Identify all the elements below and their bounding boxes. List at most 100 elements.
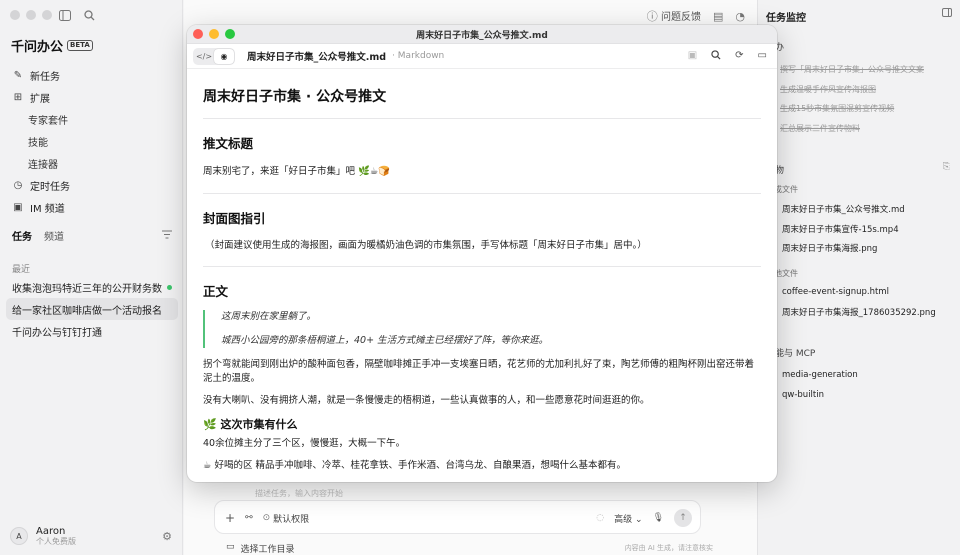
user-profile[interactable]: A Aaron 个人免费版 ⚙ xyxy=(10,523,172,549)
file-item[interactable]: 周末好日子市集海报_1786035292.png xyxy=(782,306,936,318)
skill-item[interactable]: qw-builtin xyxy=(782,390,824,400)
main-toolbar: ⓘ 问题反馈 ▤ ◔ xyxy=(647,8,745,24)
scheduled-tasks-button[interactable]: ◷ 定时任务 xyxy=(6,174,178,196)
left-sidebar: 千问办公 BETA ✎ 新任务 ⊞ 扩展 专家套件 技能 连接器 ◷ 定时任务 … xyxy=(0,0,183,555)
file-item[interactable]: coffee-event-signup.html xyxy=(782,287,889,297)
blockquote: 这周末别在家里躺了。 城西小公园旁的那条梧桐道上，40+ 生活方式摊主已经摆好了… xyxy=(203,310,761,348)
send-button[interactable]: ↑ xyxy=(674,509,692,527)
file-item[interactable]: 周末好日子市集_公众号推文.md xyxy=(782,203,905,215)
sidebar-tabs: 任务 频道 xyxy=(12,228,172,243)
section-heading: 封面图指引 xyxy=(203,211,266,226)
composer-placeholder: 描述任务，输入内容开始 xyxy=(255,489,343,498)
task-title: 收集泡泡玛特近三年的公开财务数据 xyxy=(12,283,162,295)
user-name: Aaron xyxy=(36,525,66,537)
skill-item[interactable]: media-generation xyxy=(782,370,858,380)
paragraph: 没有大喇叭、没有拥挤人潮，就是一条慢慢走的梧桐道，一些认真做事的人，和一些愿意花… xyxy=(203,395,650,406)
feedback-button[interactable]: ⓘ 问题反馈 xyxy=(647,8,701,24)
paragraph: （封面建议使用生成的海报图，画面为暖橘奶油色调的市集氛围，手写体标题「周末好日子… xyxy=(203,239,761,267)
preview-toolbar: </> ◉ 周末好日子市集_公众号推文.md · Markdown ▣ ⟳ ▭ xyxy=(187,44,777,69)
task-list: 收集泡泡玛特近三年的公开财务数据 给一家社区咖啡店做一个活动报名页, 千问办公与… xyxy=(6,276,178,342)
mode-label: 高级 xyxy=(614,514,633,525)
refresh-icon[interactable]: ⟳ xyxy=(735,50,743,63)
window-titlebar[interactable]: 周末好日子市集_公众号推文.md xyxy=(187,25,777,44)
search-icon[interactable] xyxy=(82,8,96,22)
nav-connectors[interactable]: 连接器 xyxy=(6,152,178,174)
feedback-label: 问题反馈 xyxy=(660,12,701,23)
sidebar-toggle-icon[interactable] xyxy=(58,8,72,22)
recent-section-label: 最近 xyxy=(12,265,31,275)
new-task-button[interactable]: ✎ 新任务 xyxy=(6,64,178,86)
window-title: 周末好日子市集_公众号推文.md xyxy=(416,31,548,41)
terminal-icon[interactable]: ▤ xyxy=(713,10,723,23)
todo-item-done: 生成温暖手作风宣传海报图 xyxy=(780,85,876,94)
nav-label: 定时任务 xyxy=(30,181,70,193)
section-heading: 正文 xyxy=(203,284,229,299)
nav-label: IM 频道 xyxy=(30,203,65,215)
tab-channels[interactable]: 频道 xyxy=(44,228,64,243)
user-plan: 个人免费版 xyxy=(36,536,76,546)
brand: 千问办公 BETA xyxy=(11,36,93,55)
sidebar-nav: ✎ 新任务 ⊞ 扩展 专家套件 技能 连接器 ◷ 定时任务 ▣ IM 频道 xyxy=(6,64,178,218)
beta-badge: BETA xyxy=(67,40,93,51)
save-icon[interactable]: ▣ xyxy=(688,50,697,63)
nav-label: 新任务 xyxy=(30,71,60,83)
code-view-icon[interactable]: </> xyxy=(194,49,214,64)
ai-disclaimer: 内容由 AI 生成，请注意核实 xyxy=(624,544,713,552)
tab-tasks[interactable]: 任务 xyxy=(12,228,32,243)
open-folder-icon[interactable]: ⎘ xyxy=(943,162,950,172)
file-item[interactable]: 周末好日子市集海报.png xyxy=(782,242,877,254)
task-item[interactable]: 收集泡泡玛特近三年的公开财务数据 xyxy=(6,276,178,298)
view-mode-toggle[interactable]: </> ◉ xyxy=(193,47,235,65)
quote-line: 这周末别在家里躺了。 xyxy=(221,311,317,322)
extensions-button[interactable]: ⊞ 扩展 xyxy=(6,86,178,108)
im-channel-button[interactable]: ▣ IM 频道 xyxy=(6,196,178,218)
nav-skills[interactable]: 技能 xyxy=(6,130,178,152)
close-window-button[interactable] xyxy=(10,10,20,20)
file-type: · Markdown xyxy=(392,51,445,61)
filter-icon[interactable] xyxy=(162,230,172,242)
history-icon[interactable]: ◔ xyxy=(735,10,745,23)
add-icon[interactable]: + xyxy=(225,511,235,525)
panel-title: 任务监控 xyxy=(766,13,806,24)
folder-icon[interactable]: ▭ xyxy=(758,50,767,63)
search-icon[interactable] xyxy=(711,50,721,63)
task-title: 千问办公与钉钉打通 xyxy=(12,327,102,339)
folder-icon: ▭ xyxy=(226,542,235,552)
minimize-window-button[interactable] xyxy=(26,10,36,20)
loading-spinner-icon: ◌ xyxy=(596,513,605,523)
paragraph: 周末别宅了，来逛「好日子市集」吧 🌿☕🍞 xyxy=(203,165,761,194)
preview-eye-icon[interactable]: ◉ xyxy=(214,48,234,64)
panel-collapse-icon[interactable] xyxy=(942,8,952,20)
permission-selector[interactable]: ⊙ 默认权限 xyxy=(263,512,310,525)
workdir-selector[interactable]: ▭ 选择工作目录 xyxy=(226,542,295,555)
task-item[interactable]: 千问办公与钉钉打通 xyxy=(6,320,178,342)
im-icon: ▣ xyxy=(13,201,23,213)
nav-label: 扩展 xyxy=(30,93,50,105)
avatar: A xyxy=(10,527,28,545)
composer[interactable]: 描述任务，输入内容开始 + ⚯ ⊙ 默认权限 ◌ 高级 ⌄ 🎙 ↑ xyxy=(214,489,701,534)
edit-icon: ✎ xyxy=(13,69,23,81)
clock-icon: ◷ xyxy=(13,179,23,191)
subsection-heading: 🌿 这次市集有什么 xyxy=(203,418,298,431)
paragraph: 拐个弯就能闻到刚出炉的酸种面包香，隔壁咖啡摊正手冲一支埃塞日晒，花艺师的尤加利扎… xyxy=(203,359,755,384)
nav-expert-suite[interactable]: 专家套件 xyxy=(6,108,178,130)
extension-icon: ⊞ xyxy=(13,91,23,103)
paragraph: ☕ 好喝的区 精品手冲咖啡、冷萃、桂花拿铁、手作米酒、台湾乌龙、自酿果酒，想喝什… xyxy=(203,460,627,471)
mode-selector[interactable]: 高级 ⌄ xyxy=(614,512,642,525)
microphone-icon[interactable]: 🎙 xyxy=(653,513,664,523)
task-monitor-panel: 任务监控 待办 撰写「周末好日子市集」公众号推文文案 生成温暖手作风宣传海报图 … xyxy=(757,0,960,555)
markdown-document: 周末好日子市集 · 公众号推文 推文标题 周末别宅了，来逛「好日子市集」吧 🌿☕… xyxy=(187,69,777,473)
gear-icon[interactable]: ⚙ xyxy=(162,530,172,543)
todo-item-done: 汇总展示三件宣传物料 xyxy=(780,124,860,133)
quote-line: 城西小公园旁的那条梧桐道上，40+ 生活方式摊主已经摆好了阵，等你来逛。 xyxy=(221,335,549,346)
file-item[interactable]: 周末好日子市集宣传-15s.mp4 xyxy=(782,223,899,235)
todo-item-done: 撰写「周末好日子市集」公众号推文文案 xyxy=(780,65,924,74)
section-heading: 推文标题 xyxy=(203,136,254,151)
doc-title: 周末好日子市集 · 公众号推文 xyxy=(203,86,761,119)
maximize-window-button[interactable] xyxy=(42,10,52,20)
task-item-selected[interactable]: 给一家社区咖啡店做一个活动报名页, xyxy=(6,298,178,320)
file-name: 周末好日子市集_公众号推文.md xyxy=(247,52,387,63)
tools-icon[interactable]: ⚯ xyxy=(245,513,253,523)
shield-icon: ⊙ xyxy=(262,513,271,523)
window-controls[interactable] xyxy=(10,10,52,20)
